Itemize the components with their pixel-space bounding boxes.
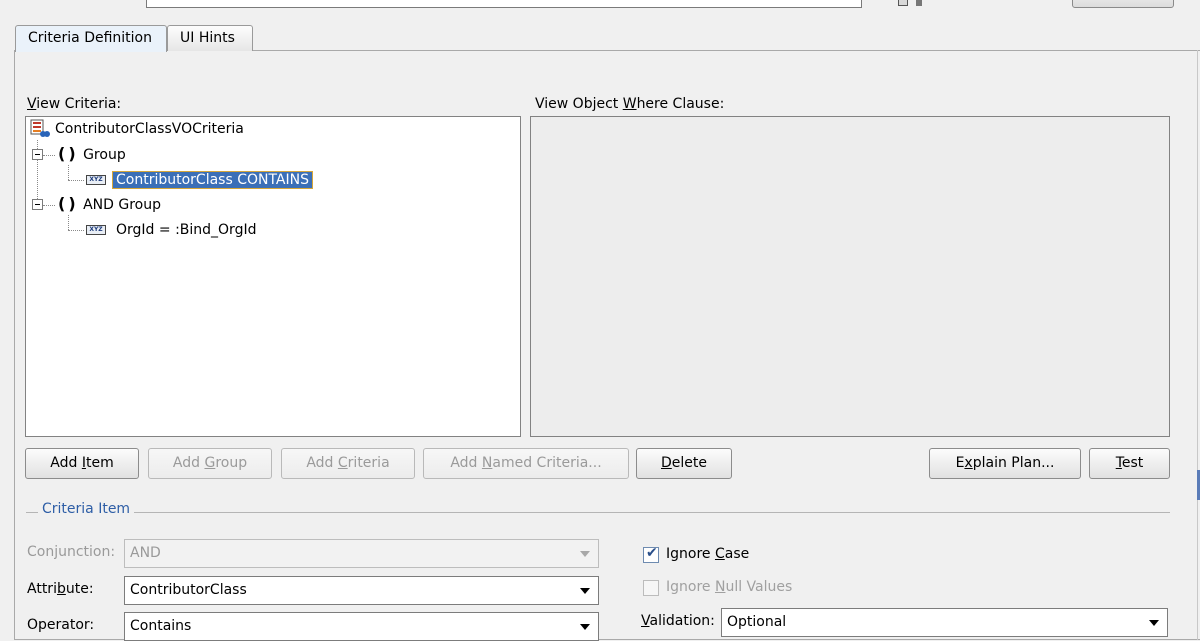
- ignore-null-values-checkbox[interactable]: [643, 580, 659, 596]
- name-field[interactable]: [146, 0, 862, 8]
- ignore-case-checkbox[interactable]: ✔: [643, 545, 659, 563]
- add-group-button[interactable]: Add Group: [148, 448, 272, 479]
- paren-group-icon: (): [58, 194, 79, 213]
- tree-item-orgid-label: OrgId = :Bind_OrgId: [116, 222, 257, 238]
- tree-connector: [68, 230, 84, 231]
- top-right-button[interactable]: [1072, 0, 1174, 8]
- criteria-item-section-title: Criteria Item: [42, 501, 131, 517]
- checkmark-icon: ✔: [646, 545, 658, 561]
- test-button[interactable]: Test: [1089, 448, 1170, 479]
- tree-connector: [43, 205, 55, 206]
- operator-select[interactable]: Contains: [124, 612, 599, 641]
- collapse-group-toggle[interactable]: [32, 149, 43, 160]
- tree-item-and-group-label: AND Group: [83, 197, 161, 213]
- validation-select[interactable]: Optional: [721, 608, 1168, 637]
- query-icon: [898, 0, 908, 6]
- conjunction-value: AND: [130, 545, 161, 561]
- where-clause-textarea[interactable]: [530, 116, 1170, 437]
- xyz-item-icon: XYZ: [86, 175, 106, 185]
- tree-item-group[interactable]: () Group: [58, 143, 126, 165]
- tree-connector: [68, 215, 69, 230]
- xyz-item-icon: XYZ: [86, 225, 106, 235]
- tree-item-group-label: Group: [83, 147, 126, 163]
- operator-value: Contains: [130, 618, 192, 634]
- attribute-select[interactable]: ContributorClass: [124, 576, 599, 605]
- ignore-case-label: Ignore Case: [666, 546, 750, 562]
- tab-criteria-definition[interactable]: Criteria Definition: [15, 25, 167, 52]
- delete-button[interactable]: Delete: [636, 448, 732, 479]
- chevron-down-icon: [1149, 620, 1159, 626]
- tree-item-root-label: ContributorClassVOCriteria: [55, 121, 244, 137]
- chevron-down-icon: [580, 551, 590, 557]
- tab-ui-hints-label: UI Hints: [180, 30, 235, 46]
- ignore-null-values-label: Ignore Null Values: [666, 579, 793, 595]
- tree-item-contributorclass[interactable]: ContributorClass CONTAINS: [112, 169, 313, 191]
- add-item-button[interactable]: Add Item: [25, 448, 139, 479]
- where-clause-label: View Object Where Clause:: [535, 96, 725, 112]
- attribute-value: ContributorClass: [130, 582, 247, 598]
- operator-label: Operator:: [27, 617, 95, 633]
- add-named-criteria-button[interactable]: Add Named Criteria...: [423, 448, 629, 479]
- collapse-and-group-toggle[interactable]: [32, 199, 43, 210]
- paren-group-icon: (): [58, 144, 79, 163]
- tree-item-and-group[interactable]: () AND Group: [58, 193, 161, 215]
- window-edge: [1197, 50, 1198, 640]
- attribute-label: Attribute:: [27, 581, 94, 597]
- validation-label: Validation:: [641, 613, 715, 629]
- tree-connector: [68, 165, 69, 180]
- conjunction-select[interactable]: AND: [124, 539, 599, 568]
- tree-item-orgid[interactable]: OrgId = :Bind_OrgId: [116, 219, 256, 241]
- tree-connector: [68, 180, 84, 181]
- view-criteria-label: View Criteria:: [27, 96, 122, 112]
- tree-item-root[interactable]: ContributorClassVOCriteria: [55, 118, 244, 140]
- conjunction-label: Conjunction:: [27, 544, 116, 560]
- tree-item-contributorclass-label: ContributorClass CONTAINS: [112, 171, 313, 189]
- separator-dot: [916, 0, 922, 6]
- tree-connector: [43, 155, 55, 156]
- tab-criteria-definition-label: Criteria Definition: [28, 30, 152, 46]
- tab-ui-hints[interactable]: UI Hints: [167, 25, 253, 51]
- section-divider: [134, 512, 1170, 513]
- validation-value: Optional: [727, 614, 787, 630]
- add-criteria-button[interactable]: Add Criteria: [281, 448, 415, 479]
- section-divider: [26, 512, 38, 513]
- chevron-down-icon: [580, 624, 590, 630]
- explain-plan-button[interactable]: Explain Plan...: [929, 448, 1081, 479]
- chevron-down-icon: [580, 588, 590, 594]
- view-criteria-icon: [30, 119, 50, 137]
